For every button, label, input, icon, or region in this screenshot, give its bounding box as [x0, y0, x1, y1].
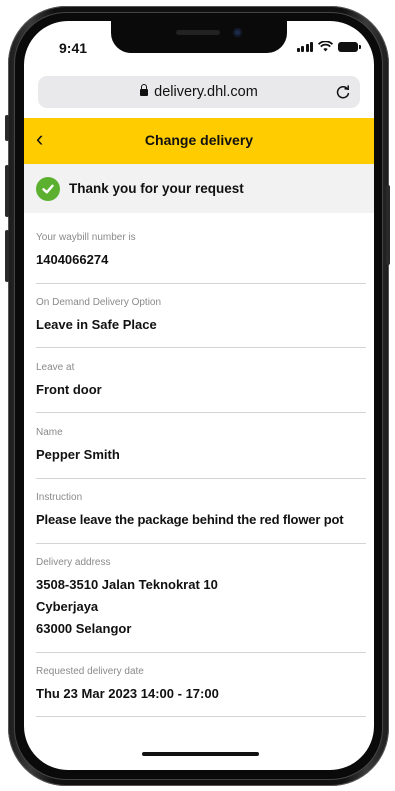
status-time: 9:41	[59, 40, 88, 56]
check-circle-icon	[36, 176, 60, 201]
status-icons	[296, 41, 361, 52]
leave-at-field: Leave at Front door	[36, 362, 366, 413]
name-field: Name Pepper Smith	[36, 427, 366, 479]
battery-icon	[338, 41, 361, 52]
mute-switch	[5, 115, 9, 141]
field-value: Thu 23 Mar 2023 14:00 - 17:00	[36, 686, 219, 701]
delivery-option-field: On Demand Delivery Option Leave in Safe …	[36, 297, 366, 348]
success-banner: Thank you for your request	[24, 164, 374, 213]
delivery-address-field: Delivery address 3508-3510 Jalan Teknokr…	[36, 557, 366, 653]
field-value: Please leave the package behind the red …	[36, 512, 344, 527]
field-label: Instruction	[36, 492, 83, 503]
phone-screen: 9:41 delivery.dhl.com ‹ Change delivery	[24, 21, 374, 770]
address-line: 3508-3510 Jalan Teknokrat 10	[36, 577, 218, 592]
field-label: On Demand Delivery Option	[36, 297, 162, 308]
field-value: Pepper Smith	[36, 447, 120, 462]
address-bar[interactable]: delivery.dhl.com	[38, 76, 360, 108]
field-value: Front door	[36, 382, 102, 397]
address-line: Cyberjaya	[36, 599, 99, 614]
field-value: Leave in Safe Place	[36, 317, 157, 332]
field-label: Name	[36, 427, 63, 438]
reload-icon[interactable]	[334, 83, 352, 101]
volume-down-button	[5, 230, 9, 282]
volume-up-button	[5, 165, 9, 217]
front-camera	[233, 28, 242, 37]
waybill-field: Your waybill number is 1404066274	[36, 232, 366, 284]
wifi-icon	[318, 41, 333, 52]
signal-icon	[296, 41, 313, 52]
page-title: Change delivery	[144, 132, 254, 148]
address-line: 63000 Selangor	[36, 621, 132, 636]
notch	[111, 21, 287, 53]
lock-icon	[140, 83, 149, 99]
url-text: delivery.dhl.com	[154, 84, 258, 100]
requested-date-field: Requested delivery date Thu 23 Mar 2023 …	[36, 666, 366, 717]
home-indicator[interactable]	[142, 752, 259, 756]
success-message: Thank you for your request	[69, 181, 244, 196]
field-value: 1404066274	[36, 252, 109, 267]
speaker-grille	[176, 30, 220, 35]
field-label: Requested delivery date	[36, 666, 144, 677]
field-label: Delivery address	[36, 557, 111, 568]
power-button	[386, 185, 390, 265]
field-label: Leave at	[36, 362, 75, 373]
instruction-field: Instruction Please leave the package beh…	[36, 492, 366, 544]
page-header: ‹ Change delivery	[24, 118, 374, 164]
field-label: Your waybill number is	[36, 232, 136, 243]
